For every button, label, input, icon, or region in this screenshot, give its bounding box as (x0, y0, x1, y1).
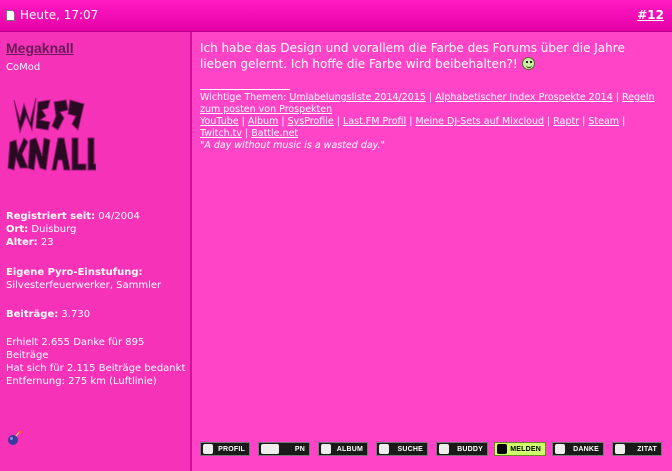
sig-link-lastfm[interactable]: Last.FM Profil (343, 116, 406, 127)
posts-label: Beiträge: (6, 309, 59, 320)
sig-link-index-prospekte[interactable]: Alphabetischer Index Prospekte 2014 (435, 92, 613, 103)
melden-button-label: MELDEN (510, 446, 541, 453)
sig-link-battlenet[interactable]: Battle.net (251, 128, 298, 139)
zitat-button-label: ZITAT (637, 446, 657, 453)
warning-icon (497, 444, 507, 454)
themes-label: Wichtige Themen: (200, 92, 287, 103)
sig-link-youtube[interactable]: YouTube (200, 116, 239, 127)
age-value: 23 (40, 237, 54, 248)
sig-link-umlabelungsliste[interactable]: Umlabelungsliste 2014/2015 (289, 92, 426, 103)
signature-quote: "A day without music is a wasted day." (200, 140, 385, 151)
user-stats: Registriert seit: 04/2004 Ort: Duisburg … (6, 210, 186, 249)
danke-button[interactable]: DANKE (552, 442, 604, 456)
danke-button-label: DANKE (573, 446, 599, 453)
username-link[interactable]: Megaknall (6, 41, 74, 55)
post-message: Ich habe das Design und vorallem die Far… (200, 40, 662, 72)
sig-link-album[interactable]: Album (248, 116, 278, 127)
pn-button-label: PN (294, 446, 305, 453)
buddy-button-label: BUDDY (457, 446, 483, 453)
zitat-button[interactable]: ZITAT (612, 442, 662, 456)
signature: Wichtige Themen: Umlabelungsliste 2014/2… (200, 92, 655, 151)
signature-divider (200, 89, 290, 90)
sig-link-mixcloud[interactable]: Meine DJ-Sets auf Mixcloud (415, 116, 544, 127)
suche-button[interactable]: SUCHE (376, 442, 428, 456)
melden-button[interactable]: MELDEN (494, 442, 546, 456)
buddy-icon (439, 444, 449, 454)
pn-button[interactable]: PN (258, 442, 310, 456)
registered-label: Registriert seit: (6, 211, 96, 222)
message-icon (261, 444, 279, 454)
posts-value: 3.730 (61, 309, 91, 320)
album-button[interactable]: ALBUM (318, 442, 368, 456)
quote-icon (615, 444, 625, 454)
thanks-received: Erhielt 2.655 Danke für 895 Beiträge (6, 337, 145, 361)
rating-label: Eigene Pyro-Einstufung: (6, 267, 143, 278)
bomb-icon[interactable] (6, 430, 22, 446)
user-thanks: Erhielt 2.655 Danke für 895 Beiträge Hat… (6, 336, 186, 388)
sig-link-twitch[interactable]: Twitch.tv (200, 128, 242, 139)
post-message-text: Ich habe das Design und vorallem die Far… (200, 41, 625, 71)
album-icon (321, 444, 331, 454)
location-value: Duisburg (31, 224, 77, 235)
rating-value: Silvesterfeuerwerker, Sammler (6, 280, 162, 291)
sig-link-sysprofile[interactable]: SysProfile (288, 116, 334, 127)
sig-link-steam[interactable]: Steam (588, 116, 619, 127)
user-sidebar: Megaknall CoMod Registriert seit: 04/200… (0, 32, 192, 471)
sig-link-raptr[interactable]: Raptr (553, 116, 579, 127)
suche-button-label: SUCHE (397, 446, 423, 453)
profile-icon (203, 444, 213, 454)
age-label: Alter: (6, 237, 38, 248)
post-date: Heute, 17:07 (20, 8, 99, 22)
album-button-label: ALBUM (336, 446, 363, 453)
avatar (7, 97, 96, 171)
smiley-icon (521, 57, 535, 70)
star-icon (555, 444, 565, 454)
distance: Entfernung: 275 km (Luftlinie) (6, 376, 157, 387)
post-number: #12 (637, 8, 664, 22)
user-title: CoMod (6, 62, 41, 73)
buddy-button[interactable]: BUDDY (436, 442, 488, 456)
registered-value: 04/2004 (98, 211, 140, 222)
post-header: Heute, 17:07 #12 (0, 0, 672, 32)
post-content: Ich habe das Design und vorallem die Far… (194, 32, 672, 471)
search-icon (379, 444, 389, 454)
post-number-link[interactable]: #12 (637, 8, 664, 22)
profil-button-label: PROFIL (218, 446, 245, 453)
user-rating: Eigene Pyro-Einstufung: Silvesterfeuerwe… (6, 266, 186, 292)
document-icon (6, 10, 15, 21)
user-posts: Beiträge: 3.730 (6, 308, 186, 321)
profil-button[interactable]: PROFIL (200, 442, 250, 456)
thanks-given: Hat sich für 2.115 Beiträge bedankt (6, 363, 186, 374)
location-label: Ort: (6, 224, 29, 235)
